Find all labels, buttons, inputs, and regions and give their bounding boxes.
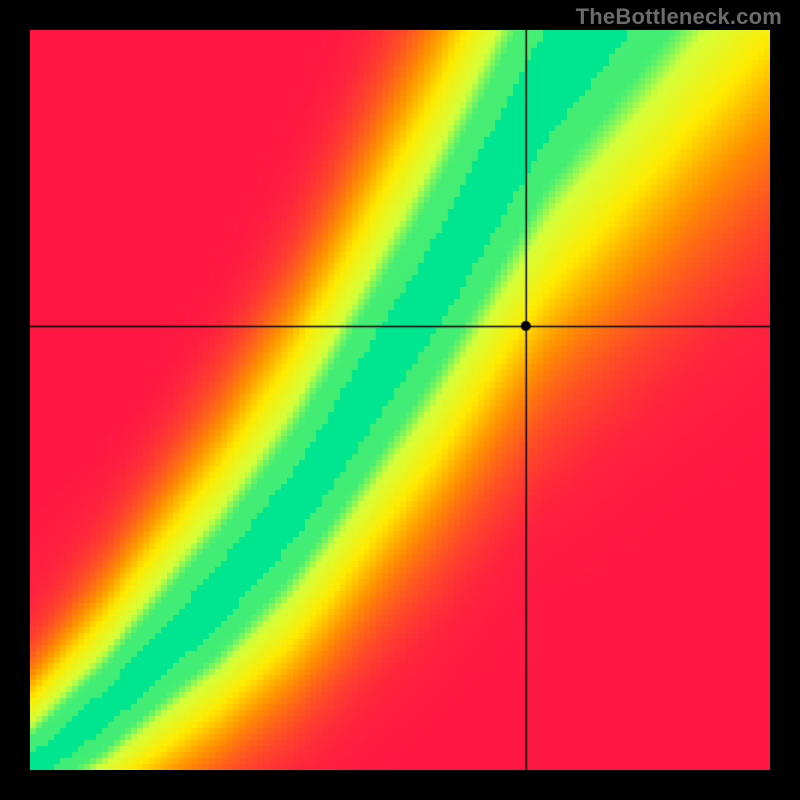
- chart-frame: TheBottleneck.com: [0, 0, 800, 800]
- bottleneck-heatmap: [30, 30, 770, 770]
- watermark-text: TheBottleneck.com: [576, 4, 782, 30]
